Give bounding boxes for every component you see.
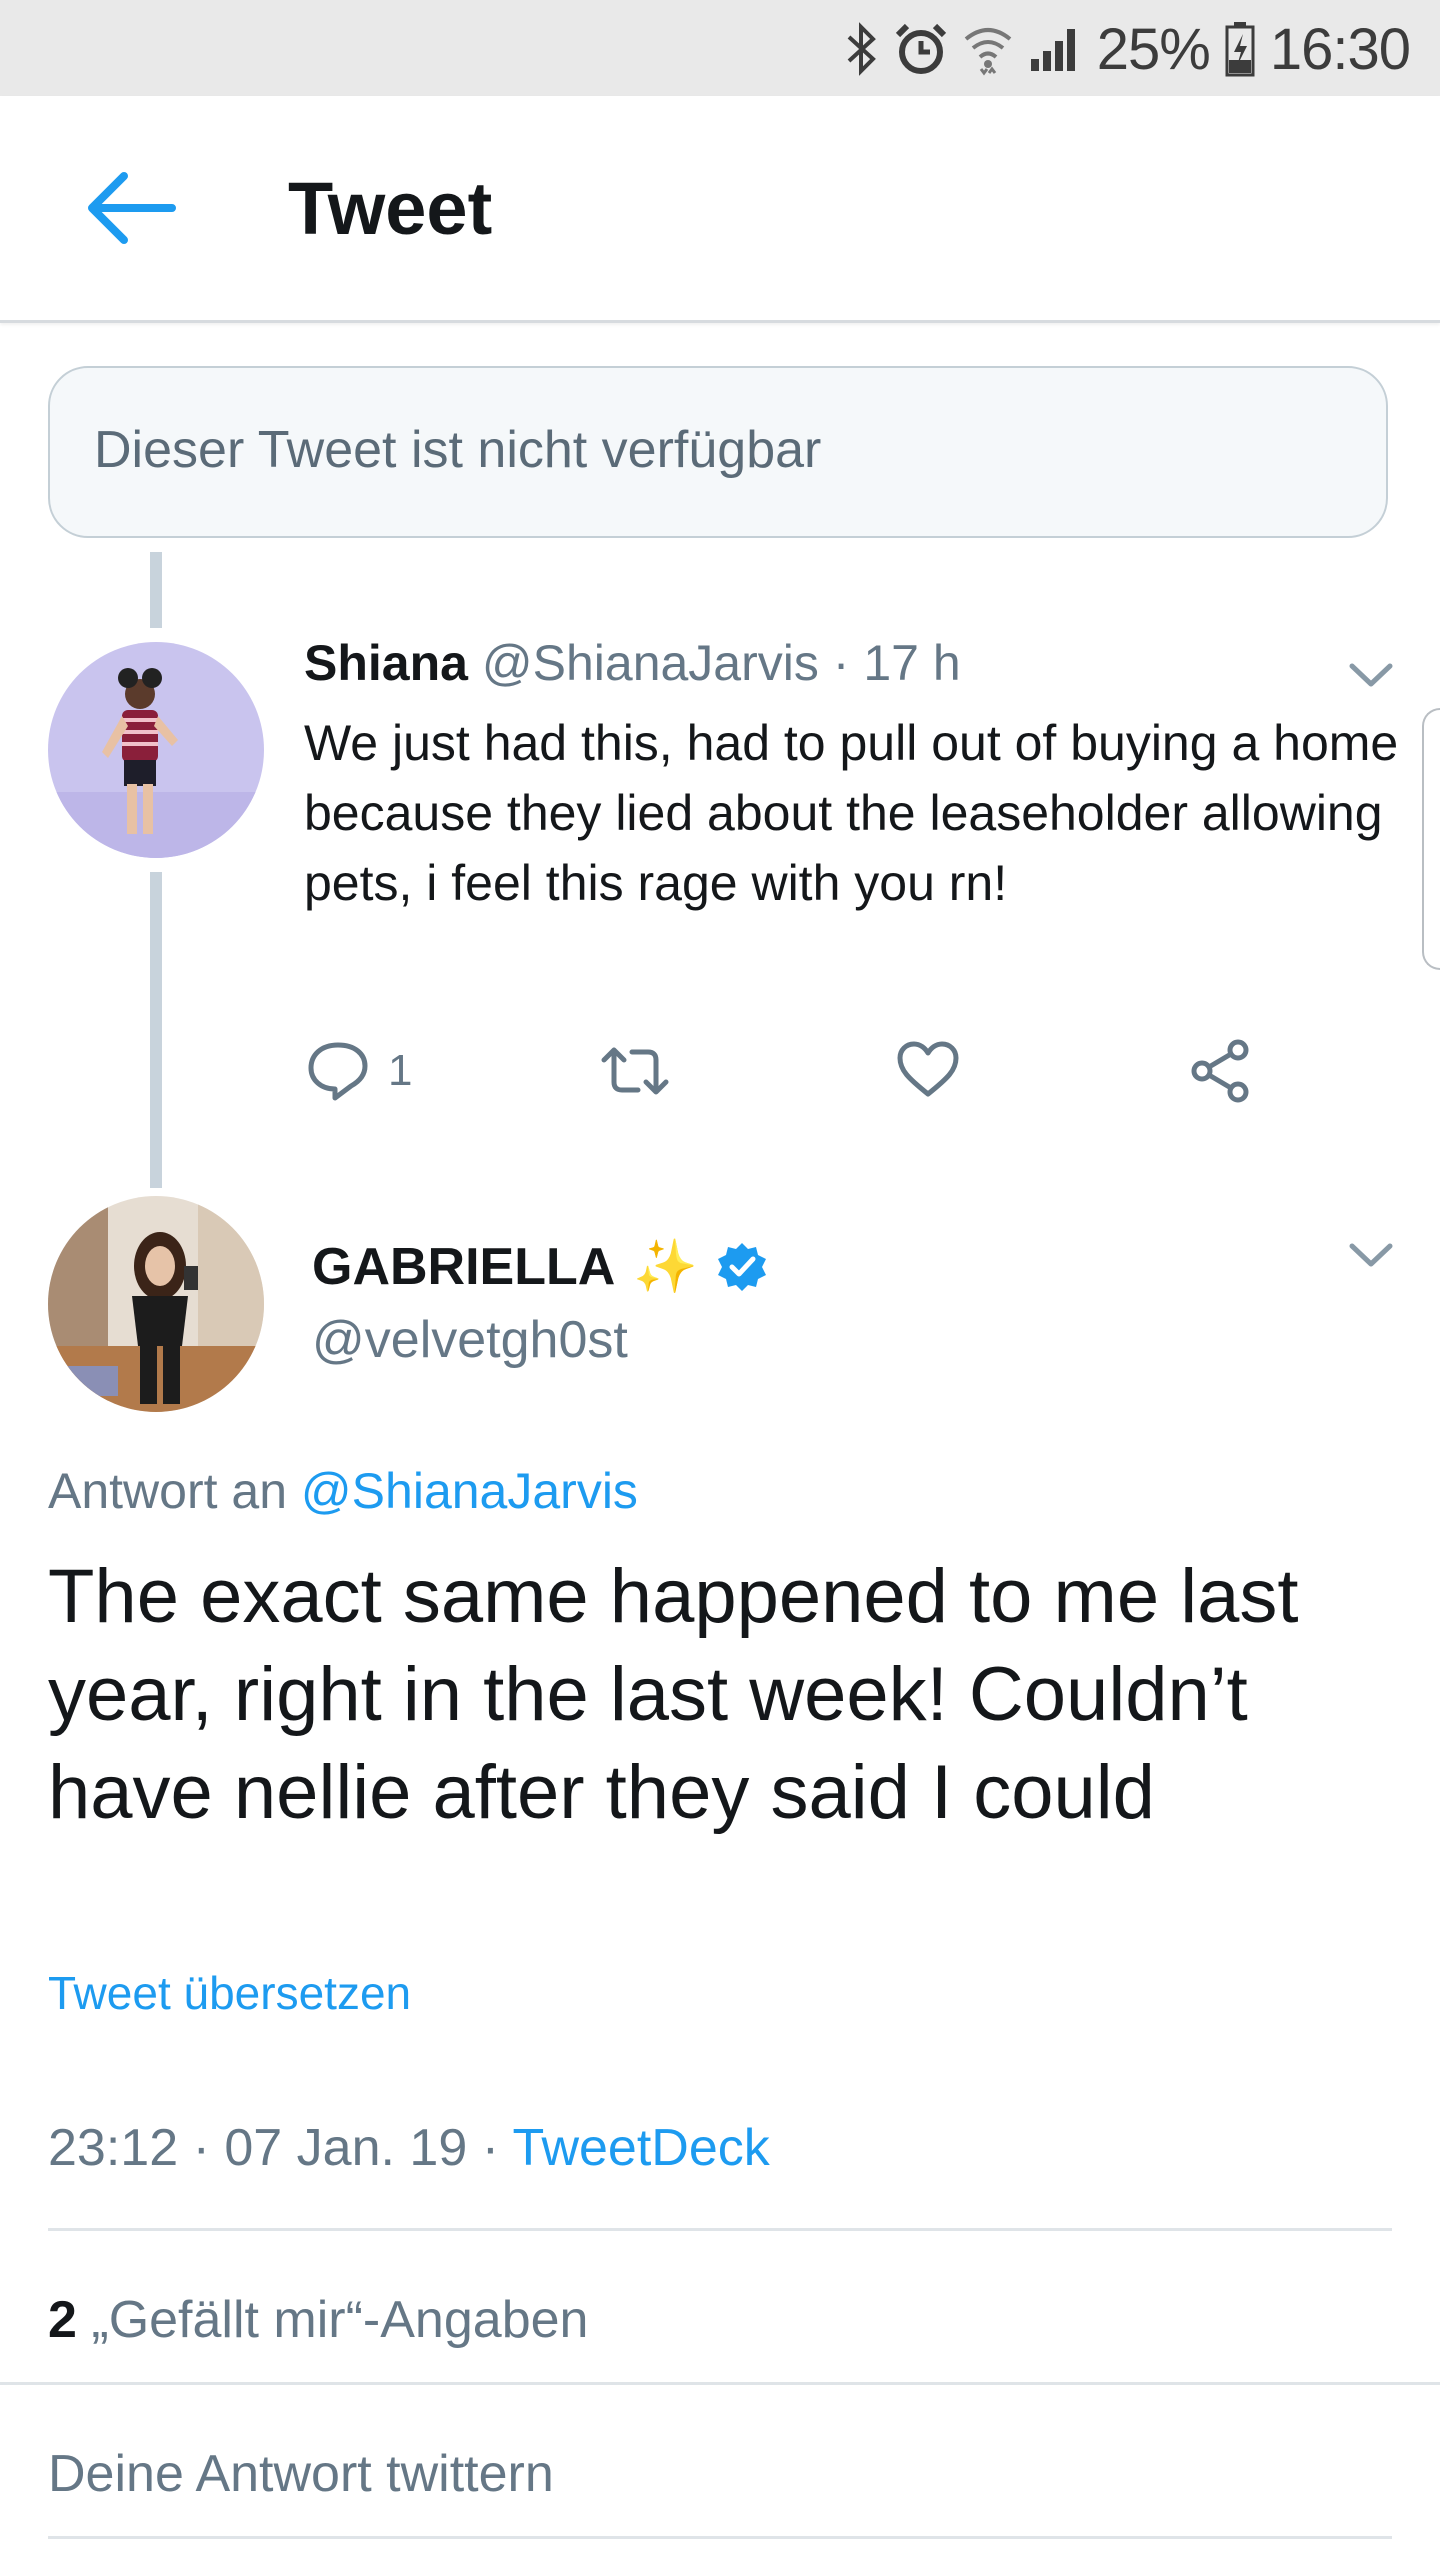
back-arrow-icon: [88, 172, 176, 244]
reply-action[interactable]: 1: [306, 1040, 412, 1102]
main-chevron-down-icon[interactable]: [1346, 1240, 1396, 1270]
tweet-time: 23:12: [48, 2119, 179, 2177]
reply-input[interactable]: Deine Antwort twittern: [48, 2444, 554, 2504]
heart-icon: [897, 1041, 959, 1097]
status-icons: 25% 16:30: [845, 14, 1411, 84]
tweet-date: 07 Jan. 19: [224, 2119, 468, 2177]
share-icon: [1191, 1039, 1249, 1103]
sparkles-icon: ✨: [633, 1238, 699, 1296]
retweet-action[interactable]: [598, 1040, 672, 1102]
parent-separator: ·: [832, 635, 850, 691]
app-bar: Tweet: [0, 96, 1440, 323]
reply-input-underline: [48, 2536, 1392, 2539]
clock: 16:30: [1269, 16, 1411, 82]
parent-tweet-actions: 1: [0, 1030, 1440, 1110]
tweet-timestamp-row: 23:12 · 07 Jan. 19 · TweetDeck: [48, 2118, 770, 2178]
main-author-name: GABRIELLA: [312, 1237, 616, 1296]
scroll-handle[interactable]: [1422, 708, 1440, 970]
avatar-gabriella[interactable]: [48, 1196, 264, 1412]
avatar-gabriella-image: [48, 1196, 264, 1412]
tweet-client-link[interactable]: TweetDeck: [513, 2119, 770, 2177]
like-action[interactable]: [896, 1040, 960, 1100]
translate-tweet-link[interactable]: Tweet übersetzen: [48, 1966, 411, 2020]
main-author-name-row[interactable]: GABRIELLA ✨: [312, 1236, 768, 1297]
main-tweet-text: The exact same happened to me last year,…: [48, 1554, 1299, 1835]
meta-separator-1: ·: [192, 2119, 210, 2177]
parent-chevron-down-icon[interactable]: [1346, 660, 1396, 690]
wifi-icon: [964, 28, 1012, 76]
parent-tweet-age: 17 h: [863, 635, 961, 691]
thread-line-top: [150, 552, 162, 628]
page-title: Tweet: [288, 167, 493, 250]
parent-tweet-text: We just had this, had to pull out of buy…: [304, 715, 1399, 911]
share-action[interactable]: [1188, 1038, 1254, 1104]
unavailable-tweet-notice: Dieser Tweet ist nicht verfügbar: [48, 366, 1388, 538]
signal-icon: [1030, 29, 1075, 71]
likes-label: „Gefällt mir“-Angaben: [91, 2291, 589, 2349]
battery-percent: 25%: [1096, 16, 1211, 82]
parent-tweet-header: Shiana @ShianaJarvis · 17 h: [304, 634, 961, 692]
parent-author-name[interactable]: Shiana: [304, 635, 468, 691]
divider-top: [48, 2228, 1392, 2231]
back-button[interactable]: [80, 168, 180, 248]
divider-bottom: [0, 2382, 1440, 2385]
alarm-icon: [895, 23, 946, 74]
likes-count: 2: [48, 2291, 77, 2349]
status-bar: 25% 16:30: [0, 0, 1440, 96]
likes-summary[interactable]: 2 „Gefällt mir“-Angaben: [48, 2290, 588, 2350]
avatar-shiana[interactable]: [48, 642, 264, 858]
reply-prefix: Antwort an: [48, 1463, 288, 1519]
retweet-icon: [601, 1047, 669, 1095]
avatar-shiana-image: [48, 642, 264, 858]
meta-separator-2: ·: [481, 2119, 500, 2177]
unavailable-tweet-text: Dieser Tweet ist nicht verfügbar: [94, 421, 822, 479]
battery-charging-icon: [1225, 22, 1255, 77]
main-author-handle[interactable]: @velvetgh0st: [312, 1310, 628, 1370]
verified-badge-icon: [718, 1242, 767, 1291]
reply-icon: [308, 1042, 368, 1101]
bluetooth-icon: [847, 22, 876, 76]
reply-context: Antwort an @ShianaJarvis: [48, 1462, 638, 1520]
reply-to-handle-link[interactable]: @ShianaJarvis: [301, 1463, 638, 1519]
reply-count: 1: [388, 1046, 413, 1095]
parent-author-handle[interactable]: @ShianaJarvis: [482, 635, 819, 691]
